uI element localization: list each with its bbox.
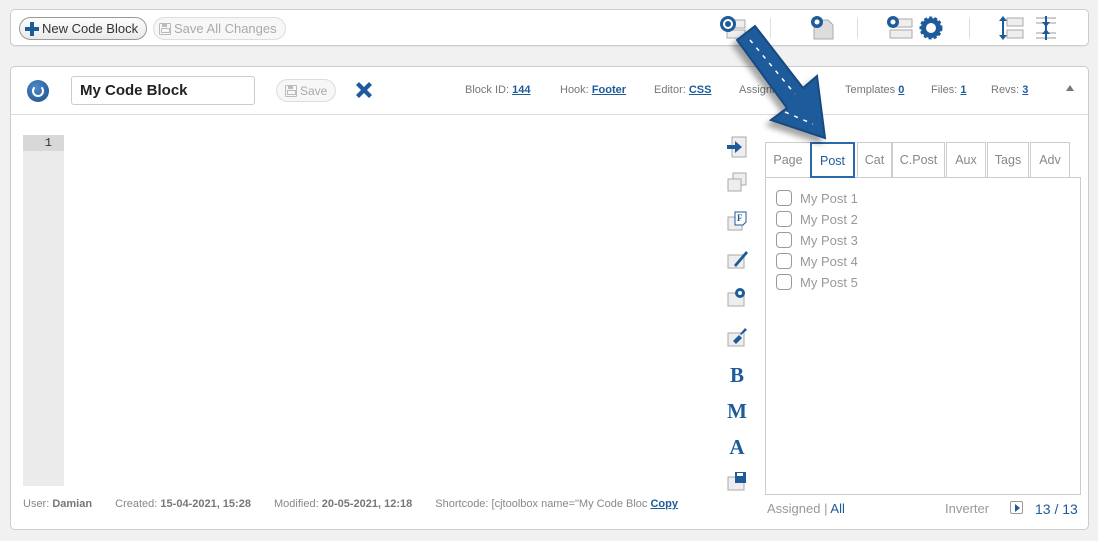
block-header: Save Block ID: 144 Hook: Footer Editor: …	[11, 67, 1088, 115]
code-editor[interactable]: 1	[23, 135, 64, 486]
tab-adv[interactable]: Adv	[1030, 142, 1070, 178]
tab-post[interactable]: Post	[810, 142, 855, 178]
beautify-icon[interactable]	[725, 325, 749, 349]
templates: Templates 0	[845, 84, 905, 96]
filter-assigned[interactable]: Assigned	[767, 501, 820, 516]
list-item[interactable]: My Post 2	[776, 209, 858, 229]
hook: Hook: Footer	[560, 84, 627, 96]
code-block-panel: Save Block ID: 144 Hook: Footer Editor: …	[10, 66, 1089, 530]
assignments[interactable]: Assignments:	[739, 84, 805, 96]
duplicate-icon[interactable]	[725, 170, 749, 194]
settings-icon[interactable]	[725, 285, 749, 309]
edit-icon[interactable]	[725, 247, 749, 271]
post-checkbox[interactable]	[776, 253, 792, 269]
top-toolbar: New Code Block Save All Changes	[10, 9, 1089, 46]
assignment-filter: Assigned | All	[767, 501, 845, 516]
tab-cpost[interactable]: C.Post	[892, 142, 945, 178]
block-id-link[interactable]: 144	[512, 84, 530, 96]
block-title-input[interactable]	[71, 76, 255, 105]
list-item[interactable]: My Post 3	[776, 230, 858, 250]
post-checkbox[interactable]	[776, 211, 792, 227]
tab-aux[interactable]: Aux	[946, 142, 986, 178]
inverter-label[interactable]: Inverter	[945, 501, 989, 516]
page-count: 13 / 13	[1035, 501, 1078, 517]
hook-link[interactable]: Footer	[592, 84, 626, 96]
tab-cat[interactable]: Cat	[857, 142, 892, 178]
editor-mode: Editor: CSS	[654, 84, 712, 96]
list-item[interactable]: My Post 5	[776, 272, 858, 292]
font-size-icon[interactable]: A	[725, 435, 749, 459]
filter-all[interactable]: All	[830, 501, 844, 516]
refresh-icon[interactable]	[27, 80, 49, 102]
floppy-icon	[159, 22, 171, 35]
next-page-button[interactable]	[1010, 501, 1023, 514]
shortcode-text: [cjtoolbox name="My Code Bloc	[491, 498, 648, 510]
save-file-icon[interactable]	[725, 469, 749, 493]
post-checkbox[interactable]	[776, 274, 792, 290]
settings-page-icon[interactable]	[806, 14, 836, 42]
minify-icon[interactable]: M	[725, 399, 749, 423]
revs-link[interactable]: 3	[1022, 84, 1028, 96]
gear-icon[interactable]	[916, 14, 946, 42]
editor-link[interactable]: CSS	[689, 84, 712, 96]
blocks-settings-icon[interactable]	[884, 14, 914, 42]
floppy-icon	[285, 84, 297, 97]
collapse-panel-icon[interactable]	[1066, 85, 1074, 91]
new-code-block-button[interactable]: New Code Block	[19, 17, 148, 40]
post-checkbox[interactable]	[776, 232, 792, 248]
save-all-changes-button[interactable]: Save All Changes	[153, 17, 286, 40]
templates-link[interactable]: 0	[898, 84, 904, 96]
insert-icon[interactable]	[725, 135, 749, 159]
copy-shortcode-link[interactable]: Copy	[650, 498, 678, 510]
revisions: Revs: 3	[991, 84, 1029, 96]
bold-icon[interactable]: B	[725, 363, 749, 387]
post-checkbox[interactable]	[776, 190, 792, 206]
files-link[interactable]: 1	[960, 84, 966, 96]
block-id: Block ID: 144	[465, 84, 531, 96]
plus-icon	[25, 21, 39, 36]
line-number: 1	[23, 135, 64, 151]
save-button[interactable]: Save	[276, 79, 337, 102]
tab-tags[interactable]: Tags	[987, 142, 1029, 178]
post-list: My Post 1 My Post 2 My Post 3 My Post 4 …	[765, 177, 1081, 495]
expand-all-icon[interactable]	[997, 14, 1027, 42]
collapse-all-icon[interactable]	[1030, 14, 1060, 42]
tab-page[interactable]: Page	[765, 142, 811, 178]
list-item[interactable]: My Post 4	[776, 251, 858, 271]
list-item[interactable]: My Post 1	[776, 188, 858, 208]
block-info: User: Damian Created: 15-04-2021, 15:28 …	[23, 498, 678, 510]
svg-text:F: F	[737, 213, 743, 223]
files: Files: 1	[931, 84, 967, 96]
revisions-icon[interactable]	[719, 14, 749, 42]
delete-block-icon[interactable]	[353, 79, 375, 101]
format-icon[interactable]: F	[725, 209, 749, 233]
